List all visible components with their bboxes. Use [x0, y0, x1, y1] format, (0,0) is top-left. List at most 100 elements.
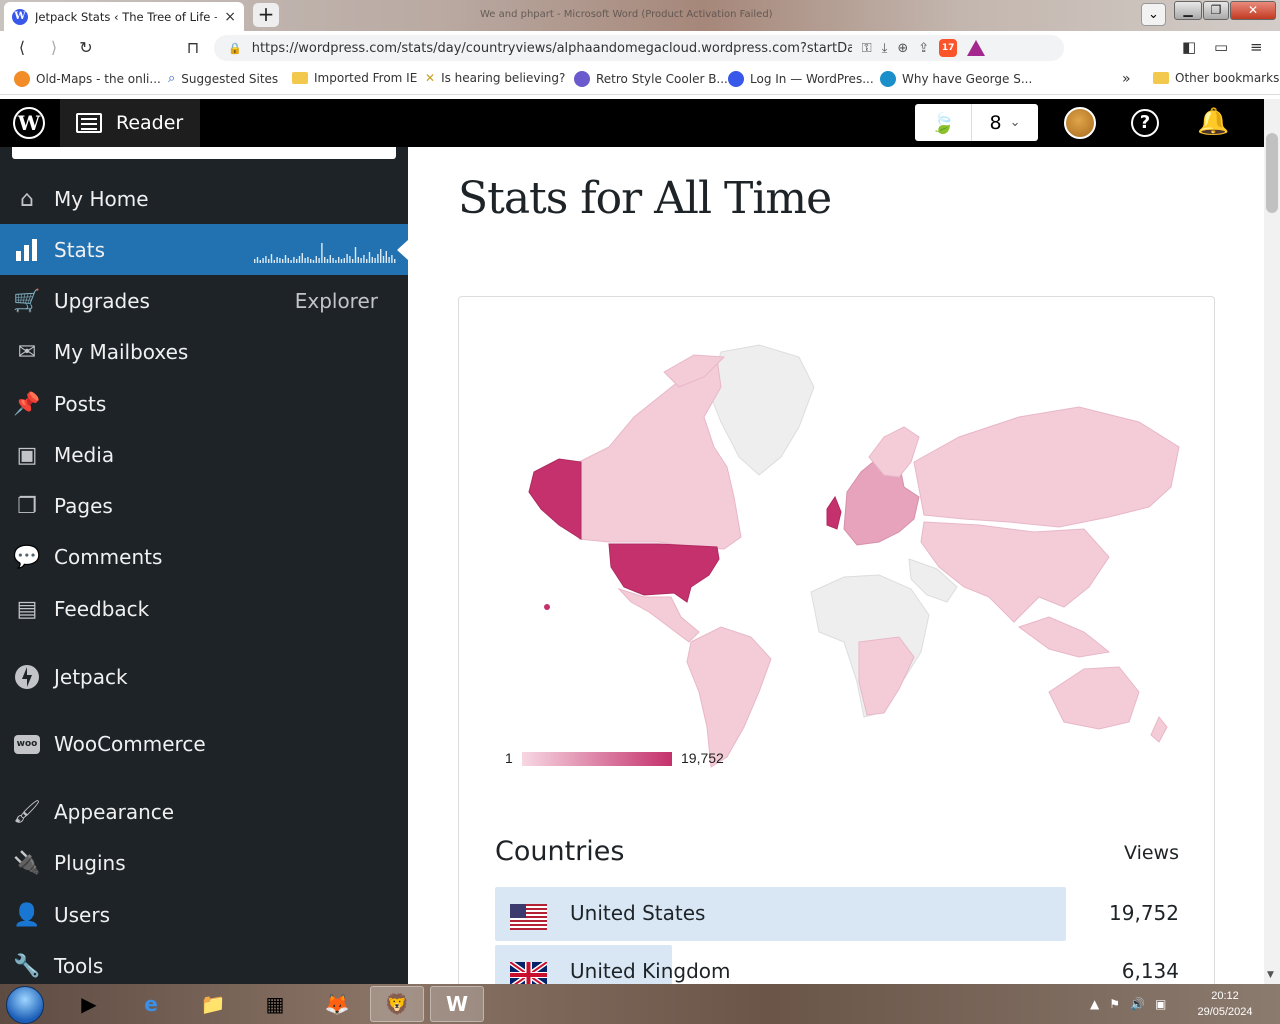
- bookmark-item[interactable]: ⌕ Suggested Sites: [168, 71, 278, 86]
- sidebar-item-pages[interactable]: ❐ Pages: [0, 481, 408, 531]
- window-restore-button[interactable]: ❐: [1203, 1, 1229, 20]
- notifications-bell-icon[interactable]: 🔔: [1197, 107, 1229, 137]
- calculator-icon[interactable]: ▦: [248, 986, 302, 1022]
- scroll-down-icon[interactable]: ▼: [1267, 970, 1274, 980]
- sidebar-item-label: My Mailboxes: [54, 340, 189, 364]
- sidebar-item-label: My Home: [54, 187, 149, 211]
- sidebar-item-upgrades[interactable]: 🛒 Upgrades Explorer: [0, 276, 408, 326]
- sidebar-item-feedback[interactable]: ▤ Feedback: [0, 584, 408, 634]
- reload-button[interactable]: ↻: [75, 37, 97, 59]
- bookmark-item[interactable]: Retro Style Cooler B...: [574, 71, 728, 87]
- table-row[interactable]: United Kingdom 6,134: [495, 945, 1179, 984]
- map-region-united-kingdom[interactable]: [826, 495, 842, 530]
- tray-expand-icon[interactable]: ▲: [1090, 997, 1099, 1011]
- sidebar-item-my-mailboxes[interactable]: ✉ My Mailboxes: [0, 327, 408, 377]
- sparkline-bar: [360, 258, 362, 263]
- map-region-alaska[interactable]: [528, 458, 582, 540]
- other-bookmarks-folder[interactable]: Other bookmarks: [1153, 71, 1279, 85]
- page-scrollbar[interactable]: ▼: [1264, 99, 1280, 984]
- sparkline-bar: [366, 259, 368, 263]
- install-icon[interactable]: ⤓: [882, 41, 888, 56]
- bookmark-item[interactable]: Log In — WordPres...: [728, 71, 874, 87]
- bookmark-page-icon[interactable]: ⊓: [182, 37, 204, 59]
- country-views: 19,752: [1109, 901, 1179, 925]
- brave-browser-icon[interactable]: 🦁: [370, 986, 424, 1022]
- bookmark-item[interactable]: Old-Maps - the onli...: [14, 71, 161, 87]
- sidebar-item-plugins[interactable]: 🔌 Plugins: [0, 838, 408, 888]
- forward-button[interactable]: ⟩: [43, 37, 65, 59]
- table-row[interactable]: United States 19,752: [495, 887, 1179, 941]
- url-text[interactable]: https://wordpress.com/stats/day/countryv…: [252, 41, 852, 56]
- country-name[interactable]: United Kingdom: [570, 959, 731, 983]
- help-icon[interactable]: ?: [1131, 109, 1159, 137]
- site-switcher[interactable]: 🍃 8 ⌄: [915, 104, 1038, 141]
- menu-icon[interactable]: ≡: [1250, 38, 1263, 56]
- system-tray: ▲ ⚑ 🔊 ▣: [1090, 984, 1166, 1024]
- sidebar-item-posts[interactable]: 📌 Posts: [0, 379, 408, 429]
- sidebar-item-appearance[interactable]: 🖌 Appearance: [0, 787, 408, 837]
- back-button[interactable]: ⟨: [11, 37, 33, 59]
- map-region-greenland[interactable]: [708, 344, 815, 476]
- scrollbar-thumb[interactable]: [1266, 133, 1278, 213]
- brave-shield-icon[interactable]: 17: [939, 39, 958, 57]
- map-region-south-america[interactable]: [686, 626, 772, 768]
- start-button[interactable]: [6, 986, 44, 1024]
- pages-icon: ❐: [17, 493, 37, 519]
- map-region-canada[interactable]: [578, 358, 742, 550]
- sidebar-item-tools[interactable]: 🔧 Tools: [0, 941, 408, 984]
- wallet-icon[interactable]: ▭: [1214, 38, 1228, 56]
- reader-button[interactable]: Reader: [60, 99, 200, 147]
- map-region-southeast-asia[interactable]: [1017, 616, 1111, 658]
- avatar[interactable]: [1064, 107, 1096, 139]
- map-region-hawaii[interactable]: [544, 604, 550, 610]
- map-region-asia[interactable]: [920, 521, 1110, 623]
- firefox-icon[interactable]: 🦊: [310, 986, 364, 1022]
- network-icon[interactable]: ▣: [1155, 997, 1166, 1011]
- site-search-input[interactable]: [12, 147, 396, 159]
- zoom-icon[interactable]: ⊕: [897, 41, 908, 56]
- leaf-icon[interactable]: 🍃: [915, 104, 972, 141]
- sidebar-item-media[interactable]: ▣ Media: [0, 430, 408, 480]
- sparkline-bar: [282, 259, 284, 263]
- country-name[interactable]: United States: [570, 901, 705, 925]
- media-player-icon[interactable]: ▶: [62, 986, 116, 1022]
- sparkline-bar: [357, 257, 359, 263]
- map-region-new-zealand[interactable]: [1150, 716, 1168, 743]
- word-icon[interactable]: W: [430, 986, 484, 1022]
- browser-tab-active[interactable]: W Jetpack Stats ‹ The Tree of Life — ×: [4, 2, 244, 31]
- sidebar-toggle-icon[interactable]: ◧: [1182, 38, 1196, 56]
- sidebar-item-jetpack[interactable]: Jetpack: [0, 652, 408, 702]
- sidebar-item-my-home[interactable]: ⌂ My Home: [0, 174, 408, 224]
- new-tab-button[interactable]: +: [253, 3, 279, 27]
- internet-explorer-icon[interactable]: e: [124, 986, 178, 1022]
- sidebar-item-woocommerce[interactable]: woo WooCommerce: [0, 719, 408, 769]
- bookmark-folder[interactable]: Imported From IE: [292, 71, 417, 85]
- file-explorer-icon[interactable]: 📁: [186, 986, 240, 1022]
- sidebar-item-comments[interactable]: 💬 Comments: [0, 532, 408, 582]
- sparkline-bar: [318, 258, 320, 263]
- brush-icon: 🖌: [13, 799, 41, 825]
- window-close-button[interactable]: ✕: [1230, 1, 1276, 20]
- share-icon[interactable]: ⇪: [918, 41, 929, 56]
- tab-close-icon[interactable]: ×: [224, 9, 236, 25]
- map-region-russia[interactable]: [913, 406, 1180, 528]
- sparkline-bar: [276, 257, 278, 263]
- key-icon[interactable]: ⚿: [862, 41, 872, 56]
- window-minimize-button[interactable]: ▁: [1174, 1, 1202, 20]
- speaker-icon[interactable]: 🔊: [1130, 997, 1145, 1011]
- sidebar-item-label: Posts: [54, 392, 107, 416]
- flag-icon[interactable]: ⚑: [1109, 997, 1120, 1011]
- sidebar-item-stats[interactable]: Stats: [0, 224, 408, 275]
- bookmarks-overflow-button[interactable]: »: [1122, 71, 1131, 87]
- map-region-australia[interactable]: [1048, 666, 1140, 730]
- site-count-dropdown[interactable]: 8 ⌄: [972, 104, 1038, 141]
- user-icon: 👤: [13, 902, 41, 928]
- taskbar-clock[interactable]: 20:12 29/05/2024: [1190, 988, 1260, 1020]
- wordpress-logo-icon[interactable]: W: [13, 107, 45, 139]
- bookmark-item[interactable]: Why have George S...: [880, 71, 1032, 87]
- address-bar[interactable]: 🔒 https://wordpress.com/stats/day/countr…: [214, 35, 1064, 61]
- sidebar-item-users[interactable]: 👤 Users: [0, 890, 408, 940]
- bookmark-item[interactable]: ✕ Is hearing believing?: [425, 71, 565, 85]
- tab-search-chevron-icon[interactable]: ⌄: [1141, 3, 1166, 26]
- brave-rewards-icon[interactable]: [967, 40, 986, 56]
